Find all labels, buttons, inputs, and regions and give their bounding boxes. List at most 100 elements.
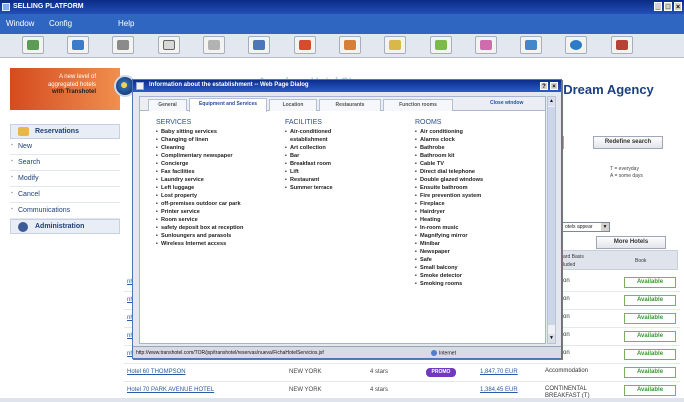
coins-icon[interactable] bbox=[430, 36, 452, 54]
rooms-item: Hairdryer bbox=[415, 208, 543, 216]
rooms-item: Safe bbox=[415, 256, 543, 264]
dialog-titlebar: Information about the establishment -- W… bbox=[133, 80, 561, 92]
dialog-statusbar: http://www.transhotel.com/TOR/jsp/transh… bbox=[133, 346, 561, 358]
more-hotels-button[interactable]: More Hotels bbox=[596, 236, 666, 249]
rooms-item: Minibar bbox=[415, 240, 543, 248]
facilities-item: Restaurant bbox=[285, 176, 363, 184]
scroll-thumb[interactable] bbox=[548, 107, 555, 325]
nav-search[interactable]: Search bbox=[10, 155, 120, 171]
rooms-item: Cable TV bbox=[415, 160, 543, 168]
available-button[interactable]: Available bbox=[624, 313, 676, 324]
available-button[interactable]: Available bbox=[624, 367, 676, 378]
menu-bar: Window Config Help bbox=[0, 14, 684, 34]
globe-icon[interactable] bbox=[67, 36, 89, 54]
book-icon[interactable] bbox=[520, 36, 542, 54]
suitcase-icon bbox=[18, 127, 29, 136]
puzzle-icon[interactable] bbox=[384, 36, 406, 54]
hotel-price[interactable]: 1,384,45 EUR bbox=[480, 387, 518, 393]
services-item: Complimentary newspaper bbox=[156, 152, 284, 160]
dialog-close-button[interactable]: × bbox=[550, 82, 558, 90]
building-icon[interactable] bbox=[611, 36, 633, 54]
available-button[interactable]: Available bbox=[624, 331, 676, 342]
app-icon bbox=[2, 3, 10, 11]
nav-communications[interactable]: Communications bbox=[10, 203, 120, 219]
dialog-body: General Equipment and Services Location … bbox=[139, 96, 546, 344]
services-item: safety deposit box at reception bbox=[156, 224, 284, 232]
table-row: Hotel 60 THOMPSON NEW YORK 4 stars PROMO… bbox=[124, 364, 680, 382]
maximize-button[interactable]: □ bbox=[664, 2, 672, 11]
nav-cancel[interactable]: Cancel bbox=[10, 187, 120, 203]
rooms-item: Bathroom kit bbox=[415, 152, 543, 160]
rooms-item: Smoking rooms bbox=[415, 280, 543, 288]
nav-reservations[interactable]: Reservations bbox=[10, 124, 120, 139]
rooms-item: Heating bbox=[415, 216, 543, 224]
rooms-item: In-room music bbox=[415, 224, 543, 232]
tab-function-rooms[interactable]: Function rooms bbox=[383, 99, 453, 111]
legend-some-days: A = some days bbox=[610, 173, 643, 179]
dialog-help-button[interactable]: ? bbox=[540, 82, 548, 90]
nav-administration[interactable]: Administration bbox=[10, 219, 120, 234]
rooms-item: Small balcony bbox=[415, 264, 543, 272]
help-icon[interactable] bbox=[565, 36, 587, 54]
scroll-up-icon[interactable]: ▲ bbox=[548, 97, 555, 106]
chevron-down-icon[interactable]: ▼ bbox=[601, 223, 609, 231]
rooms-item: Fire prevention system bbox=[415, 192, 543, 200]
rooms-item: Ensuite bathroom bbox=[415, 184, 543, 192]
scroll-down-icon[interactable]: ▼ bbox=[548, 334, 555, 343]
redefine-search-button[interactable]: Redefine search bbox=[593, 136, 663, 149]
rooms-column: ROOMS Air conditioning Alarms clock Bath… bbox=[415, 119, 543, 288]
home-icon[interactable] bbox=[22, 36, 44, 54]
header-book: Book bbox=[635, 258, 647, 264]
dialog-app-icon bbox=[136, 82, 144, 90]
available-button[interactable]: Available bbox=[624, 295, 676, 306]
tools-icon[interactable] bbox=[203, 36, 225, 54]
services-item: Lost property bbox=[156, 192, 284, 200]
facilities-item: Air-conditioned establishment bbox=[285, 128, 363, 144]
rooms-item: Newspaper bbox=[415, 248, 543, 256]
accommodation-type: Accommodation bbox=[545, 368, 589, 374]
main-toolbar bbox=[0, 34, 684, 58]
agency-title: l Dream Agency bbox=[556, 82, 654, 97]
hotel-price[interactable]: 1,847,70 EUR bbox=[480, 369, 518, 375]
dialog-scrollbar[interactable]: ▲ ▼ bbox=[547, 96, 556, 344]
tab-equipment-services[interactable]: Equipment and Services bbox=[189, 98, 267, 112]
admin-icon bbox=[18, 222, 28, 232]
menu-help[interactable]: Help bbox=[118, 19, 134, 28]
rooms-item: Double glazed windows bbox=[415, 176, 543, 184]
nav-modify[interactable]: Modify bbox=[10, 171, 120, 187]
close-window-link[interactable]: Close window bbox=[490, 100, 523, 106]
services-item: Baby sitting services bbox=[156, 128, 284, 136]
services-item: Changing of linen bbox=[156, 136, 284, 144]
available-button[interactable]: Available bbox=[624, 385, 676, 396]
tab-location[interactable]: Location bbox=[269, 99, 317, 111]
services-item: Cleaning bbox=[156, 144, 284, 152]
nav-new[interactable]: New bbox=[10, 139, 120, 155]
car-icon[interactable] bbox=[248, 36, 270, 54]
rooms-item: Direct dial telephone bbox=[415, 168, 543, 176]
hotel-link[interactable]: Hotel 70 PARK AVENUE HOTEL bbox=[127, 387, 214, 393]
available-button[interactable]: Available bbox=[624, 277, 676, 288]
transhotel-promo: A new level of aggregated hotels with Tr… bbox=[10, 68, 120, 110]
close-button[interactable]: × bbox=[674, 2, 682, 11]
globe-icon bbox=[431, 350, 437, 356]
menu-config[interactable]: Config bbox=[49, 19, 72, 28]
hotel-link[interactable]: Hotel 60 THOMPSON bbox=[127, 369, 186, 375]
facilities-item: Bar bbox=[285, 152, 363, 160]
person-icon[interactable] bbox=[294, 36, 316, 54]
person-alt-icon[interactable] bbox=[339, 36, 361, 54]
wrench-icon[interactable] bbox=[112, 36, 134, 54]
services-item: Printer service bbox=[156, 208, 284, 216]
rooms-item: Bathrobe bbox=[415, 144, 543, 152]
services-item: Laundry service bbox=[156, 176, 284, 184]
tab-restaurants[interactable]: Restaurants bbox=[319, 99, 381, 111]
minimize-button[interactable]: _ bbox=[654, 2, 662, 11]
window-bottom-edge bbox=[0, 398, 684, 402]
menu-window[interactable]: Window bbox=[6, 19, 34, 28]
tab-general[interactable]: General bbox=[148, 99, 187, 111]
calendar-icon[interactable] bbox=[158, 36, 180, 54]
available-button[interactable]: Available bbox=[624, 349, 676, 360]
chat-icon[interactable] bbox=[475, 36, 497, 54]
hotels-appear-select[interactable]: otels appear ▼ bbox=[562, 222, 610, 232]
services-title: SERVICES bbox=[156, 119, 192, 126]
promo-line2: aggregated hotels bbox=[47, 81, 96, 88]
